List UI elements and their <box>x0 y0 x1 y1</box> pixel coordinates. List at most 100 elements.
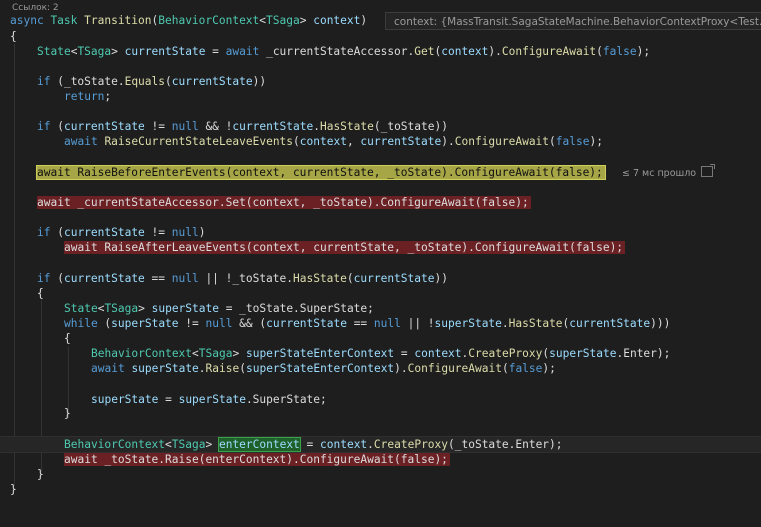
code-line[interactable]: } <box>0 482 761 497</box>
local-variable[interactable]: superStateEnterContext <box>246 347 394 360</box>
method-name: CreateProxy <box>373 438 449 451</box>
code-line[interactable]: BehaviorContext<TSaga> superStateEnterCo… <box>0 346 761 361</box>
code-line[interactable]: if (currentState != null && !currentStat… <box>0 119 761 134</box>
brace: } <box>10 483 17 496</box>
code-line[interactable]: if (_toState.Equals(currentState)) <box>0 74 761 89</box>
punct: || !_toState. <box>198 272 293 285</box>
local-variable[interactable]: superState <box>111 317 178 330</box>
method-name: ConfigureAwait <box>454 135 550 148</box>
punct: != <box>144 120 172 133</box>
punct: == <box>346 317 374 330</box>
code-line[interactable]: superState = superState.SuperState; <box>0 392 761 407</box>
punct: ) <box>360 14 368 27</box>
local-variable[interactable]: currentState <box>232 120 313 133</box>
local-variable[interactable]: currentState <box>569 317 650 330</box>
punct: .SuperState; <box>245 393 327 406</box>
code-line[interactable]: await RaiseCurrentStateLeaveEvents(conte… <box>0 134 761 149</box>
punct: ( <box>50 226 64 239</box>
local-variable[interactable]: superState <box>549 347 616 360</box>
punct: && ! <box>198 120 233 133</box>
punct: ( <box>50 272 64 285</box>
punct: (_toState)) <box>373 120 448 133</box>
perf-tip[interactable]: ≤ 7 мс прошло <box>622 164 716 181</box>
punct: < <box>165 438 172 451</box>
local-variable[interactable]: currentState <box>125 45 206 58</box>
code-line-breakpoint[interactable]: await _toState.Raise(enterContext).Confi… <box>0 452 761 467</box>
punct: _currentStateAccessor. <box>259 45 415 58</box>
keyword: async <box>10 14 44 27</box>
diagnostic-tools-icon[interactable] <box>701 164 716 177</box>
current-statement-highlight[interactable]: await RaiseBeforeEnterEvents(context, cu… <box>36 165 606 180</box>
code-line-breakpoint[interactable]: await RaiseAfterLeaveEvents(context, cur… <box>0 240 761 255</box>
code-line[interactable]: await superState.Raise(superStateEnterCo… <box>0 361 761 376</box>
code-line[interactable]: if (currentState == null || !_toState.Ha… <box>0 271 761 286</box>
punct: .Enter); <box>616 347 671 360</box>
local-variable[interactable]: currentState <box>266 317 347 330</box>
code-editor[interactable]: Ссылок: 2 async Task Transition(Behavior… <box>0 0 761 506</box>
method-name: Get <box>414 45 435 58</box>
code-line[interactable]: { <box>0 286 761 301</box>
local-variable[interactable]: superStateEnterContext <box>246 362 394 375</box>
local-variable[interactable]: currentState <box>354 272 435 285</box>
punct: ; <box>104 90 112 103</box>
breakpoint-highlight[interactable]: await _toState.Raise(enterContext).Confi… <box>64 453 450 466</box>
code-line[interactable]: return; <box>0 89 761 104</box>
local-variable[interactable]: currentState <box>172 75 253 88</box>
punct: = <box>299 438 321 451</box>
breakpoint-highlight[interactable]: await _currentStateAccessor.Set(context,… <box>37 196 531 209</box>
datatip-context[interactable]: context: {MassTransit.SagaStateMachine.B… <box>385 12 761 30</box>
keyword: null <box>373 317 401 330</box>
punct: && ( <box>232 317 267 330</box>
type-name: State <box>64 302 98 315</box>
keyword: await <box>64 135 98 148</box>
keyword: while <box>64 317 98 330</box>
code-line[interactable]: } <box>0 467 761 482</box>
code-line[interactable]: while (superState != null && (currentSta… <box>0 316 761 331</box>
punct: > <box>299 14 314 27</box>
code-line[interactable]: State<TSaga> superState = _toState.Super… <box>0 301 761 316</box>
code-line-caret[interactable]: BehaviorContext<TSaga> enterContext = co… <box>0 436 761 453</box>
code-line-breakpoint[interactable]: await _currentStateAccessor.Set(context,… <box>0 195 761 210</box>
local-variable[interactable]: superState <box>179 393 246 406</box>
method-name: ConfigureAwait <box>407 362 502 375</box>
punct: = <box>205 45 226 58</box>
punct: (_toState. <box>50 75 125 88</box>
parameter[interactable]: context <box>300 135 347 148</box>
punct: ). <box>488 45 502 58</box>
parameter[interactable]: context <box>414 347 461 360</box>
code-line[interactable]: if (currentState != null) <box>0 225 761 240</box>
punct: (_toState.Enter); <box>448 438 563 451</box>
parameter[interactable]: context <box>320 438 367 451</box>
local-variable[interactable]: superState <box>131 362 198 375</box>
code-line[interactable]: { <box>0 29 761 44</box>
keyword: null <box>171 120 199 133</box>
code-line[interactable]: State<TSaga> currentState = await _curre… <box>0 44 761 59</box>
local-variable[interactable]: currentState <box>64 120 145 133</box>
code-line[interactable]: } <box>0 406 761 421</box>
codelens-references[interactable]: Ссылок: 2 <box>12 3 59 13</box>
method-name: HasState <box>508 317 563 330</box>
keyword: if <box>37 120 51 133</box>
local-variable[interactable]: currentState <box>360 135 441 148</box>
punct: ). <box>441 135 455 148</box>
selected-identifier[interactable]: enterContext <box>217 437 301 452</box>
brace: } <box>64 407 71 420</box>
punct: . <box>313 120 320 133</box>
parameter[interactable]: context <box>441 45 488 58</box>
keyword: null <box>171 272 199 285</box>
method-name: Equals <box>124 75 165 88</box>
local-variable[interactable]: currentState <box>64 226 145 239</box>
method-name: ConfigureAwait <box>501 45 597 58</box>
local-variable[interactable]: superState <box>91 393 158 406</box>
keyword: await <box>91 362 125 375</box>
method-name: Transition <box>84 14 152 27</box>
local-variable[interactable]: superState <box>152 302 219 315</box>
keyword: null <box>205 317 233 330</box>
local-variable[interactable]: currentState <box>64 272 145 285</box>
breakpoint-highlight[interactable]: await RaiseAfterLeaveEvents(context, cur… <box>64 241 626 254</box>
method-name: RaiseCurrentStateLeaveEvents <box>104 135 294 148</box>
local-variable[interactable]: superState <box>435 317 502 330</box>
parameter[interactable]: context <box>313 14 360 27</box>
punct: ). <box>394 362 408 375</box>
code-line[interactable]: { <box>0 331 761 346</box>
